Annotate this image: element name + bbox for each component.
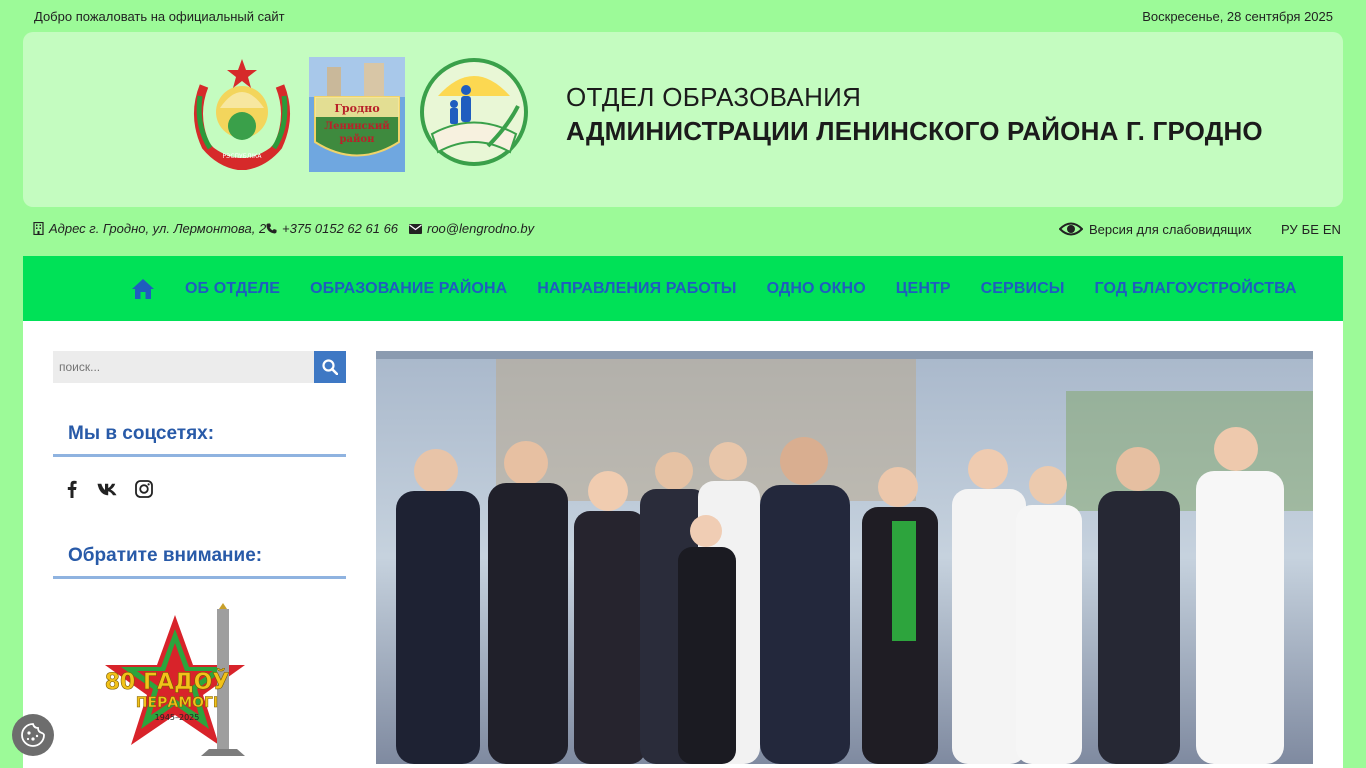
low-vision-label[interactable]: Версия для слабовидящих xyxy=(1089,222,1252,237)
address-text: Адрес г. Гродно, ул. Лермонтова, 2 xyxy=(49,221,267,236)
lang-ru[interactable]: РУ xyxy=(1281,222,1298,237)
contacts-bar: Адрес г. Гродно, ул. Лермонтова, 2 +375 … xyxy=(0,207,1366,257)
education-department-emblem-icon xyxy=(420,58,528,166)
vk-link[interactable] xyxy=(97,478,119,500)
site-title-line2: АДМИНИСТРАЦИИ ЛЕНИНСКОГО РАЙОНА Г. ГРОДН… xyxy=(566,116,1263,146)
main-nav: ОБ ОТДЕЛЕ ОБРАЗОВАНИЕ РАЙОНА НАПРАВЛЕНИЯ… xyxy=(23,256,1343,321)
victory-80-banner[interactable]: 80 ГАДОЎ ПЕРАМОГІ 1945–2025 xyxy=(105,603,277,758)
email-link[interactable]: roo@lengrodno.by xyxy=(427,221,534,236)
welcome-text: Добро пожаловать на официальный сайт xyxy=(34,9,285,24)
eye-icon xyxy=(1059,222,1083,236)
current-date: Воскресенье, 28 сентября 2025 xyxy=(1142,9,1333,24)
home-icon[interactable] xyxy=(131,278,155,300)
nav-center[interactable]: ЦЕНТР xyxy=(896,280,951,298)
nav-landscaping-year[interactable]: ГОД БЛАГОУСТРОЙСТВА xyxy=(1095,280,1297,298)
instagram-link[interactable] xyxy=(133,478,155,500)
search-form xyxy=(53,351,346,383)
language-switcher: РУ БЕ EN xyxy=(1281,222,1345,237)
belarus-emblem-icon: РЭСПУБЛІКА xyxy=(194,59,290,170)
phone-icon xyxy=(266,223,277,234)
attention-widget-title: Обратите внимание: xyxy=(53,543,346,579)
facebook-link[interactable] xyxy=(61,478,83,500)
top-bar: Добро пожаловать на официальный сайт Вос… xyxy=(0,0,1366,32)
svg-text:Ленинский: Ленинский xyxy=(324,121,390,132)
nav-services[interactable]: СЕРВИСЫ xyxy=(981,280,1065,298)
nav-items: ОБ ОТДЕЛЕ ОБРАЗОВАНИЕ РАЙОНА НАПРАВЛЕНИЯ… xyxy=(131,256,1327,321)
building-icon xyxy=(33,222,44,235)
cookie-settings-button[interactable] xyxy=(12,714,54,756)
low-vision-link[interactable]: Версия для слабовидящих xyxy=(1059,221,1252,237)
envelope-icon xyxy=(409,223,422,234)
nav-directions[interactable]: НАПРАВЛЕНИЯ РАБОТЫ xyxy=(537,280,736,298)
nav-education[interactable]: ОБРАЗОВАНИЕ РАЙОНА xyxy=(310,280,507,298)
cookie-icon xyxy=(21,723,45,747)
svg-text:район: район xyxy=(340,134,375,145)
instagram-icon xyxy=(135,480,153,498)
grodno-emblem-label: Гродно xyxy=(334,102,379,115)
lang-en[interactable]: EN xyxy=(1323,222,1341,237)
social-widget-title: Мы в соцсетях: xyxy=(53,421,346,457)
address: Адрес г. Гродно, ул. Лермонтова, 2 xyxy=(33,221,266,236)
news-slider-image[interactable] xyxy=(376,351,1313,764)
phone[interactable]: +375 0152 62 61 66 xyxy=(266,221,398,236)
search-input[interactable] xyxy=(53,351,314,383)
banner-label: 80 ГАДОЎ xyxy=(105,669,229,695)
search-icon xyxy=(322,359,338,375)
grodno-district-emblem-icon: Гродно Ленинский район xyxy=(309,57,405,172)
social-links xyxy=(61,478,155,500)
phone-text[interactable]: +375 0152 62 61 66 xyxy=(282,221,398,236)
nav-one-window[interactable]: ОДНО ОКНО xyxy=(767,280,866,298)
search-button[interactable] xyxy=(314,351,346,383)
site-header: РЭСПУБЛІКА Гродно Ленинский район ОТДЕЛ … xyxy=(23,32,1343,207)
site-title-line1: ОТДЕЛ ОБРАЗОВАНИЯ xyxy=(566,82,862,112)
email[interactable]: roo@lengrodno.by xyxy=(409,221,534,236)
svg-text:ПЕРАМОГІ: ПЕРАМОГІ xyxy=(136,695,218,711)
vk-icon xyxy=(97,483,117,495)
lang-be[interactable]: БЕ xyxy=(1302,222,1319,237)
facebook-icon xyxy=(67,480,77,498)
nav-about[interactable]: ОБ ОТДЕЛЕ xyxy=(185,280,280,298)
emblem-by-label: РЭСПУБЛІКА xyxy=(223,153,263,160)
content-area: Мы в соцсетях: Обратите внимание: 80 ГАД… xyxy=(23,321,1343,768)
banner-years: 1945–2025 xyxy=(155,713,200,722)
